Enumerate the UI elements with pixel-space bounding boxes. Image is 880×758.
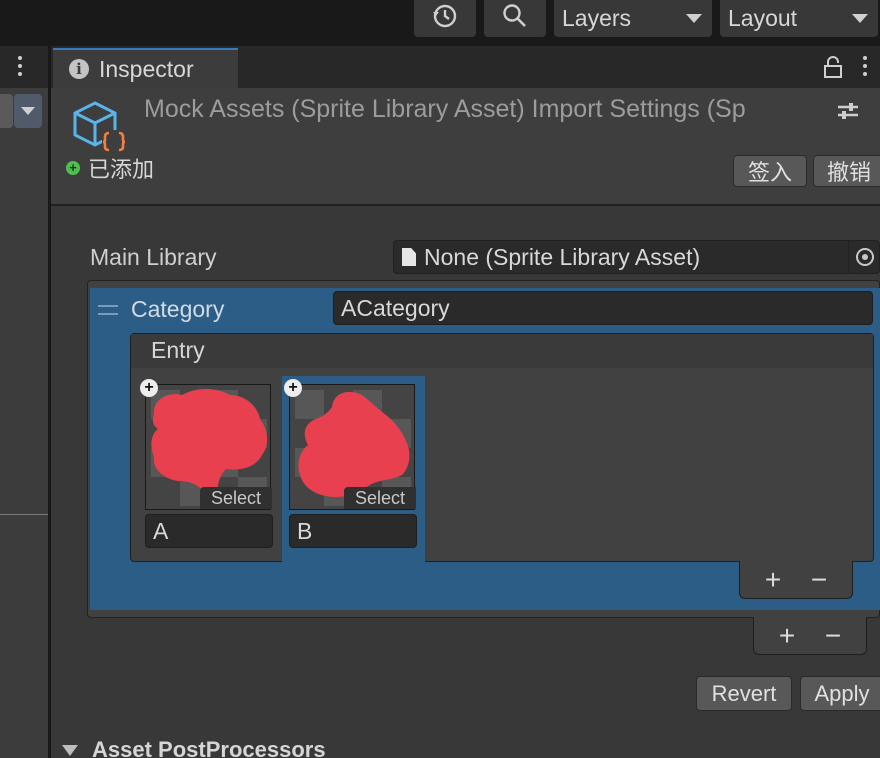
asset-postprocessors-label: Asset PostProcessors xyxy=(92,737,326,758)
add-category-button[interactable]: + xyxy=(779,621,795,650)
drag-handle-icon[interactable] xyxy=(98,305,118,315)
sliders-icon xyxy=(836,103,860,127)
info-icon: i xyxy=(69,59,89,79)
layout-dropdown[interactable]: Layout xyxy=(720,0,878,37)
lock-icon xyxy=(823,56,843,82)
entry-name-input[interactable]: B xyxy=(289,514,417,548)
sprite-library-asset-icon xyxy=(68,100,126,157)
select-sprite-button[interactable]: Select xyxy=(200,487,272,509)
tab-inspector-label: Inspector xyxy=(99,55,194,82)
search-icon xyxy=(502,3,528,34)
add-entry-button[interactable]: + xyxy=(765,565,781,594)
add-status-icon: + xyxy=(66,161,80,175)
file-icon xyxy=(402,248,416,266)
vc-status: + 已添加 xyxy=(66,152,154,184)
more-vertical-icon xyxy=(17,56,23,76)
chevron-down-icon xyxy=(852,14,868,23)
entry-list-header xyxy=(131,334,873,368)
more-vertical-icon xyxy=(862,56,868,76)
left-panel-menu-button[interactable] xyxy=(17,56,23,76)
add-icon[interactable]: + xyxy=(284,379,302,397)
vc-status-label: 已添加 xyxy=(88,157,155,182)
object-picker-button[interactable] xyxy=(848,240,880,274)
category-list-footer: + − xyxy=(753,617,867,655)
entry-tile-a[interactable]: + Select A xyxy=(139,378,279,554)
category-name-input[interactable]: ACategory xyxy=(333,291,873,325)
left-panel-field[interactable] xyxy=(0,94,13,128)
category-label: Category xyxy=(131,296,225,322)
foldout-arrow-icon xyxy=(62,744,78,756)
main-library-field[interactable]: None (Sprite Library Asset) xyxy=(393,240,880,274)
chevron-down-icon xyxy=(686,14,702,23)
main-library-value: None (Sprite Library Asset) xyxy=(424,243,701,270)
entry-list-footer: + − xyxy=(739,561,853,599)
left-panel xyxy=(0,46,48,758)
asset-postprocessors-foldout[interactable]: Asset PostProcessors xyxy=(62,737,326,758)
entry-list-title: Entry xyxy=(151,337,205,363)
revert-button[interactable]: Revert xyxy=(696,676,792,711)
inspector-menu-button[interactable] xyxy=(862,56,868,76)
remove-category-button[interactable]: − xyxy=(825,621,841,650)
layers-dropdown[interactable]: Layers xyxy=(554,0,712,37)
search-button[interactable] xyxy=(484,0,546,37)
left-panel-tabbar xyxy=(0,46,48,88)
entry-name-input[interactable]: A xyxy=(145,514,273,548)
left-panel-dropdown-button[interactable] xyxy=(14,94,42,128)
preset-button[interactable] xyxy=(836,99,860,128)
lock-button[interactable] xyxy=(823,56,843,83)
layers-label: Layers xyxy=(562,5,632,31)
checkin-button[interactable]: 签入 xyxy=(733,155,807,187)
layout-label: Layout xyxy=(728,5,798,31)
vc-revert-button[interactable]: 撤销 xyxy=(813,155,880,187)
history-button[interactable] xyxy=(414,0,476,37)
entry-tile-b[interactable]: + Select B xyxy=(283,378,423,554)
remove-entry-button[interactable]: − xyxy=(811,565,827,594)
chevron-down-icon xyxy=(21,107,35,115)
apply-button[interactable]: Apply xyxy=(800,676,880,711)
select-sprite-button[interactable]: Select xyxy=(344,487,416,509)
target-icon xyxy=(855,248,874,266)
main-library-label: Main Library xyxy=(90,244,217,270)
history-icon xyxy=(432,3,458,34)
inspector-title: Mock Assets (Sprite Library Asset) Impor… xyxy=(144,95,746,123)
left-panel-divider xyxy=(0,514,48,515)
tab-inspector[interactable]: i Inspector xyxy=(53,48,238,88)
add-icon[interactable]: + xyxy=(140,379,158,397)
